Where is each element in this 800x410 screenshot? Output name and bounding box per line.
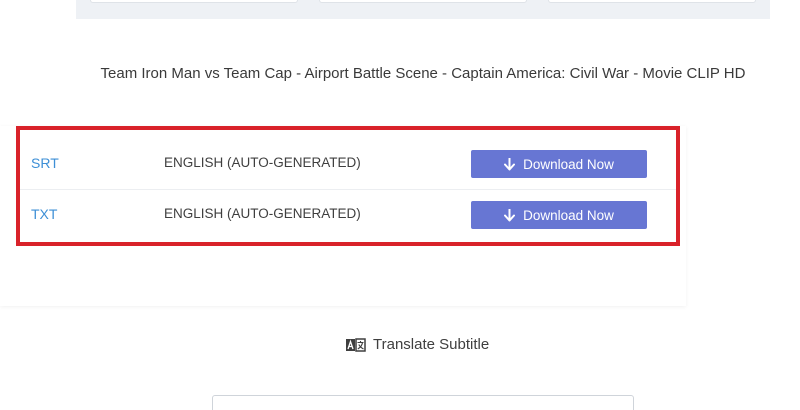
translate-subtitle-heading: Translate Subtitle bbox=[346, 336, 489, 353]
top-panel bbox=[76, 0, 770, 19]
video-title: Team Iron Man vs Team Cap - Airport Batt… bbox=[100, 65, 746, 82]
page: Team Iron Man vs Team Cap - Airport Batt… bbox=[0, 0, 800, 410]
highlight-box bbox=[16, 126, 680, 246]
translate-subtitle-label: Translate Subtitle bbox=[373, 336, 490, 353]
top-field-1[interactable] bbox=[90, 0, 298, 3]
translate-icon bbox=[346, 337, 366, 352]
top-field-3[interactable] bbox=[548, 0, 756, 3]
top-field-2[interactable] bbox=[319, 0, 527, 3]
language-select[interactable] bbox=[212, 395, 634, 410]
